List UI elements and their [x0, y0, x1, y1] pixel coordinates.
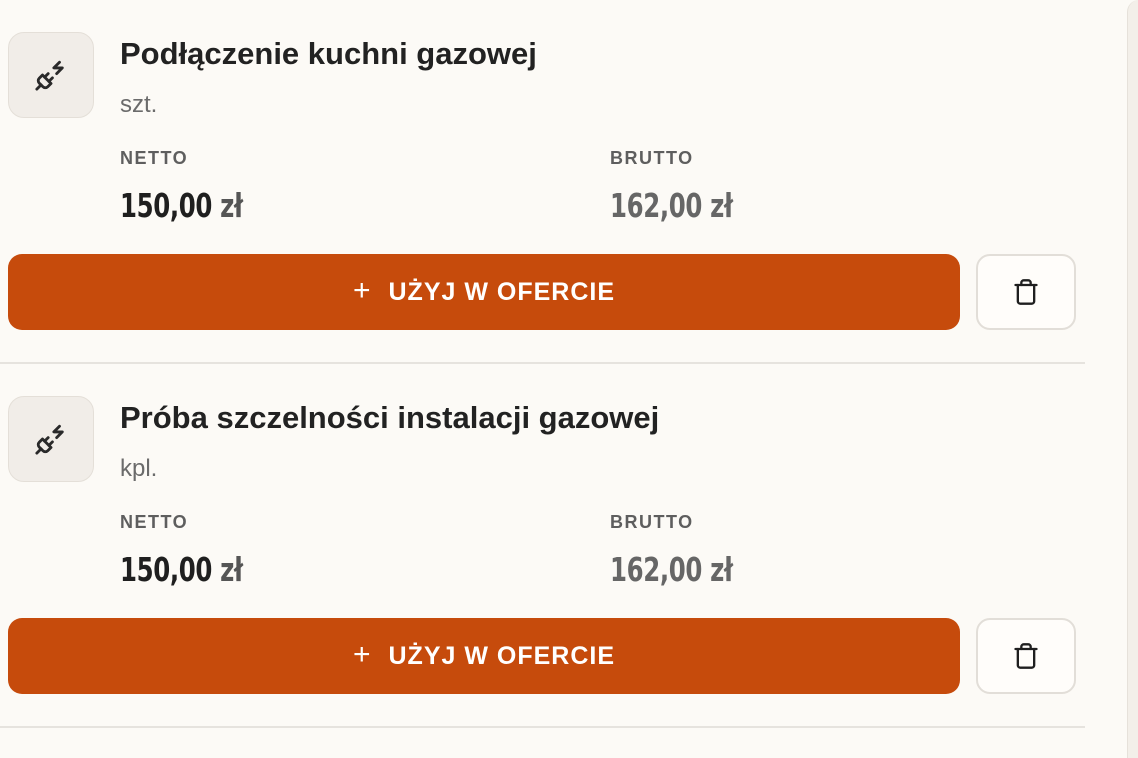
netto-price: 150,00 zł — [120, 186, 243, 225]
brutto-currency: zł — [710, 186, 733, 225]
brutto-label: BRUTTO — [610, 148, 694, 168]
brutto-price: 162,00 zł — [610, 186, 733, 225]
brutto-price: 162,00 zł — [610, 550, 733, 589]
service-unit: szt. — [120, 91, 158, 118]
plus-icon: + — [352, 638, 371, 671]
brutto-currency: zł — [710, 550, 733, 589]
delete-button[interactable] — [976, 618, 1076, 694]
service-list: Podłączenie kuchni gazowej szt. NETTO 15… — [0, 0, 1085, 728]
service-item: Podłączenie kuchni gazowej szt. NETTO 15… — [0, 0, 1085, 364]
service-icon-box — [8, 396, 94, 482]
service-title: Podłączenie kuchni gazowej — [120, 36, 537, 71]
brutto-label: BRUTTO — [610, 512, 694, 532]
service-unit: kpl. — [120, 455, 158, 482]
netto-currency: zł — [220, 186, 243, 225]
side-panel-edge — [1127, 0, 1138, 758]
brutto-amount: 162,00 — [610, 550, 703, 589]
plus-icon: + — [352, 274, 371, 307]
netto-amount: 150,00 — [120, 186, 213, 225]
service-item: Próba szczelności instalacji gazowej kpl… — [0, 364, 1085, 728]
netto-price: 150,00 zł — [120, 550, 243, 589]
use-in-offer-label: UŻYJ W OFERCIE — [388, 277, 616, 306]
delete-button[interactable] — [976, 254, 1076, 330]
netto-label: NETTO — [120, 512, 189, 532]
netto-amount: 150,00 — [120, 550, 213, 589]
use-in-offer-label: UŻYJ W OFERCIE — [388, 641, 616, 670]
service-title: Próba szczelności instalacji gazowej — [120, 400, 660, 435]
netto-currency: zł — [220, 550, 243, 589]
plug-icon — [35, 424, 64, 455]
trash-icon — [1014, 643, 1038, 669]
plug-icon — [35, 60, 64, 91]
service-icon-box — [8, 32, 94, 118]
trash-icon — [1014, 279, 1038, 305]
use-in-offer-button[interactable]: + UŻYJ W OFERCIE — [8, 618, 960, 694]
brutto-amount: 162,00 — [610, 186, 703, 225]
use-in-offer-button[interactable]: + UŻYJ W OFERCIE — [8, 254, 960, 330]
netto-label: NETTO — [120, 148, 189, 168]
